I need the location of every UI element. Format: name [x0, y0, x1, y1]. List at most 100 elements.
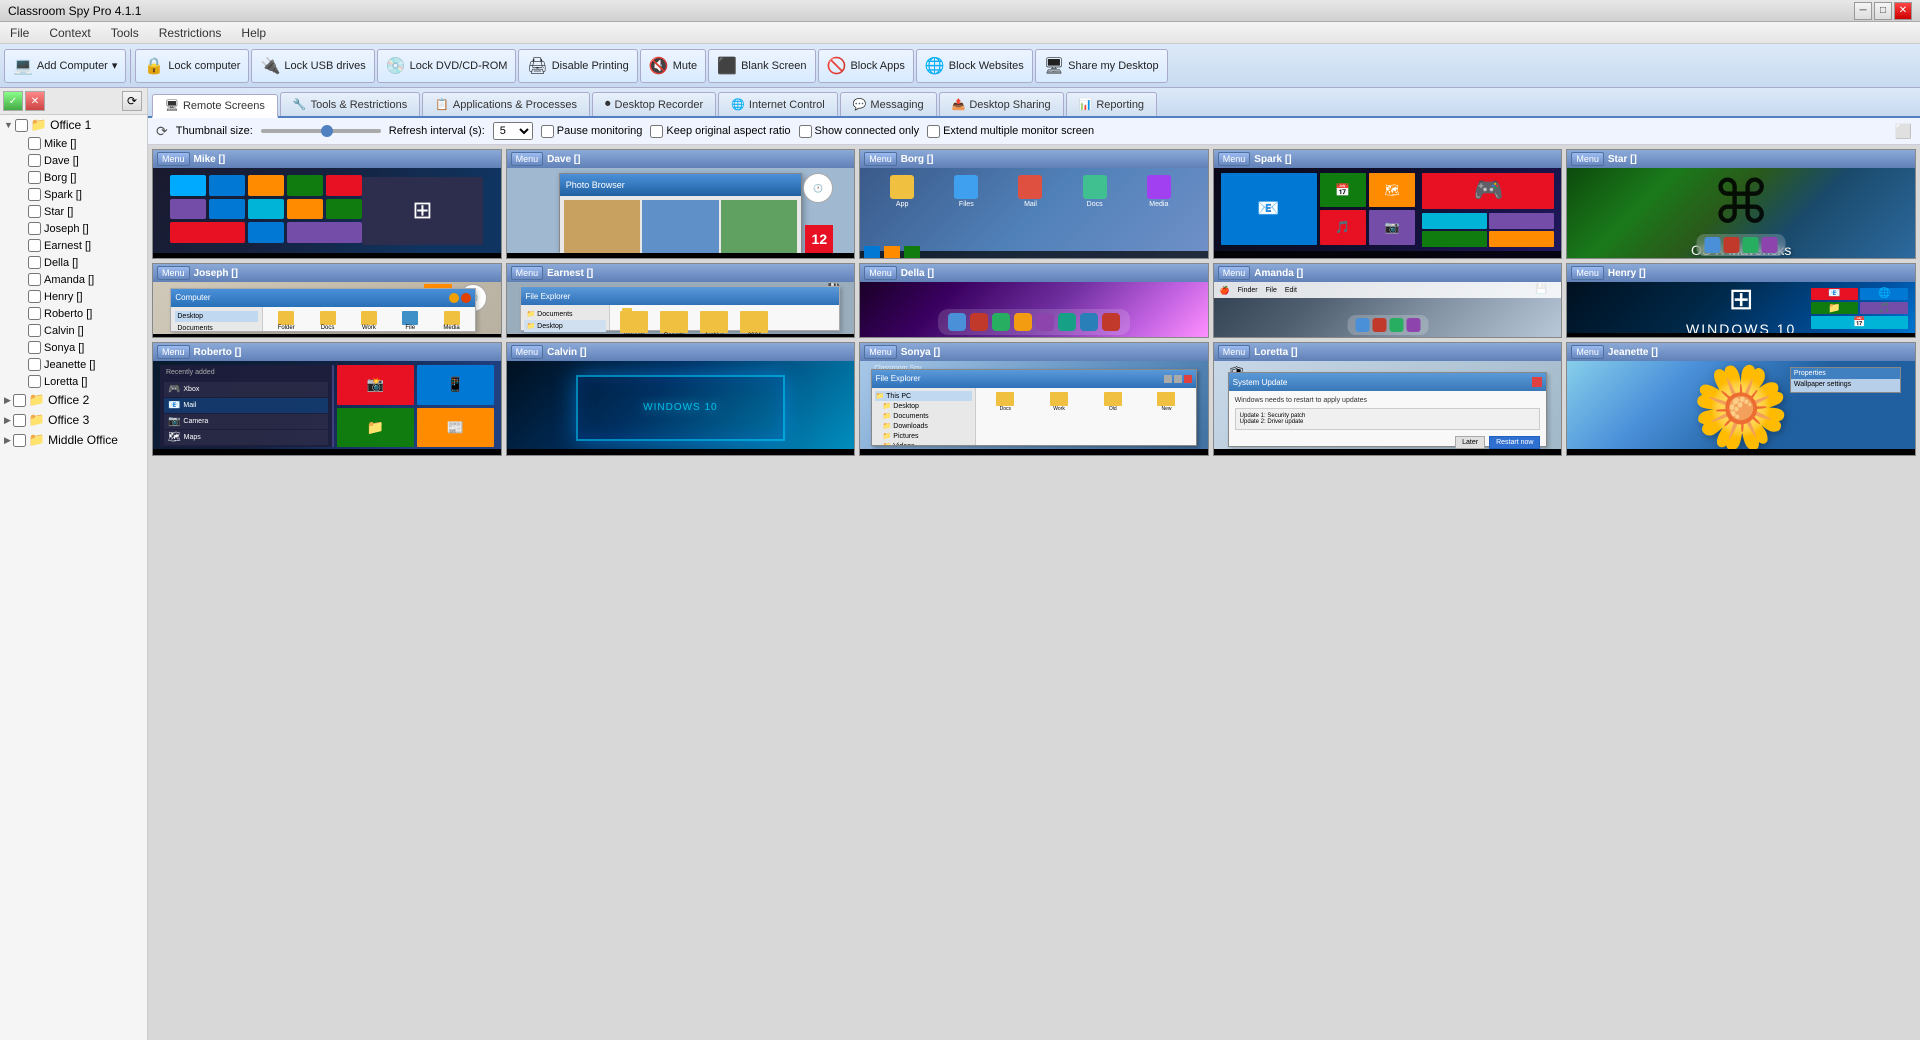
dave-preview[interactable]: Photo Browser — [507, 168, 855, 258]
loretta-preview[interactable]: 🛡 System Update Windows needs to restart… — [1214, 361, 1562, 455]
share-desktop-button[interactable]: 🖥 Share my Desktop — [1035, 49, 1168, 83]
star-preview[interactable]: ⌘ OS X Mavericks — [1567, 168, 1915, 258]
sidebar-item-mike[interactable]: Mike [] — [8, 135, 147, 152]
menu-context[interactable]: Context — [43, 24, 96, 42]
tab-internet-control[interactable]: 🌐 Internet Control — [718, 92, 838, 116]
office3-checkbox[interactable] — [13, 414, 26, 427]
della-checkbox[interactable] — [28, 256, 41, 269]
calvin-menu-button[interactable]: Menu — [511, 345, 544, 359]
thumbnail-slider[interactable] — [261, 129, 381, 133]
earnest-preview[interactable]: 💾 File Explorer 📁 Documents 📁 Desktop — [507, 282, 855, 337]
jeanette-checkbox[interactable] — [28, 358, 41, 371]
henry-preview[interactable]: ⊞ WINDOWS 10 📧 🌐 📁 🎵 📅 — [1567, 282, 1915, 337]
star-checkbox[interactable] — [28, 205, 41, 218]
sidebar-item-office2[interactable]: ▶ 📁 Office 2 — [0, 390, 147, 410]
block-websites-button[interactable]: 🌐 Block Websites — [916, 49, 1033, 83]
tab-desktop-sharing[interactable]: 📤 Desktop Sharing — [939, 92, 1064, 116]
interval-select[interactable]: 3 5 10 15 30 60 — [493, 122, 533, 140]
refresh-button[interactable]: ⟳ — [156, 123, 168, 140]
jeanette-preview[interactable]: 🌼 Properties Wallpaper settings — [1567, 361, 1915, 455]
thumbnail-slider-handle[interactable] — [321, 125, 333, 137]
tab-tools-restrictions[interactable]: 🔧 Tools & Restrictions — [280, 92, 420, 116]
tab-reporting[interactable]: 📊 Reporting — [1066, 92, 1157, 116]
tab-remote-screens[interactable]: 🖥 Remote Screens — [152, 94, 278, 118]
loretta-checkbox[interactable] — [28, 375, 41, 388]
earnest-menu-button[interactable]: Menu — [511, 266, 544, 280]
office1-checkbox[interactable] — [15, 119, 28, 132]
mute-button[interactable]: 🔇 Mute — [640, 49, 706, 83]
spark-checkbox[interactable] — [28, 188, 41, 201]
sidebar-item-loretta[interactable]: Loretta [] — [8, 373, 147, 390]
sidebar-item-office3[interactable]: ▶ 📁 Office 3 — [0, 410, 147, 430]
sidebar-item-joseph[interactable]: Joseph [] — [8, 220, 147, 237]
earnest-checkbox[interactable] — [28, 239, 41, 252]
lock-dvd-button[interactable]: 💿 Lock DVD/CD-ROM — [377, 49, 517, 83]
sidebar-item-amanda[interactable]: Amanda [] — [8, 271, 147, 288]
henry-menu-button[interactable]: Menu — [1571, 266, 1604, 280]
extend-monitor-label[interactable]: Extend multiple monitor screen — [927, 125, 1094, 138]
borg-checkbox[interactable] — [28, 171, 41, 184]
show-connected-label[interactable]: Show connected only — [799, 125, 920, 138]
joseph-checkbox[interactable] — [28, 222, 41, 235]
expand-button[interactable]: ⬜ — [1895, 123, 1912, 140]
middle-office-checkbox[interactable] — [13, 434, 26, 447]
keep-aspect-checkbox[interactable] — [650, 125, 663, 138]
close-button[interactable]: ✕ — [1894, 2, 1912, 20]
show-connected-checkbox[interactable] — [799, 125, 812, 138]
pause-monitoring-checkbox[interactable] — [541, 125, 554, 138]
tab-desktop-recorder[interactable]: ⏺ Desktop Recorder — [592, 92, 716, 116]
block-apps-button[interactable]: 🚫 Block Apps — [818, 49, 914, 83]
sidebar-item-earnest[interactable]: Earnest [] — [8, 237, 147, 254]
sidebar-item-henry[interactable]: Henry [] — [8, 288, 147, 305]
sidebar-item-spark[interactable]: Spark [] — [8, 186, 147, 203]
borg-menu-button[interactable]: Menu — [864, 152, 897, 166]
mike-menu-button[interactable]: Menu — [157, 152, 190, 166]
loretta-menu-button[interactable]: Menu — [1218, 345, 1251, 359]
sidebar-item-borg[interactable]: Borg [] — [8, 169, 147, 186]
keep-aspect-label[interactable]: Keep original aspect ratio — [650, 125, 790, 138]
sonya-menu-button[interactable]: Menu — [864, 345, 897, 359]
tab-applications[interactable]: 📋 Applications & Processes — [422, 92, 590, 116]
menu-help[interactable]: Help — [235, 24, 272, 42]
sidebar-item-dave[interactable]: Dave [] — [8, 152, 147, 169]
office2-checkbox[interactable] — [13, 394, 26, 407]
sidebar-item-jeanette[interactable]: Jeanette [] — [8, 356, 147, 373]
sidebar-item-star[interactable]: Star [] — [8, 203, 147, 220]
calvin-preview[interactable]: WINDOWS 10 — [507, 361, 855, 455]
sidebar-item-della[interactable]: Della [] — [8, 254, 147, 271]
sonya-preview[interactable]: Classroom Spy File Explorer — [860, 361, 1208, 455]
minimize-button[interactable]: ─ — [1854, 2, 1872, 20]
sidebar-item-sonya[interactable]: Sonya [] — [8, 339, 147, 356]
sidebar-item-office1[interactable]: ▼ 📁 Office 1 — [0, 115, 147, 135]
maximize-button[interactable]: □ — [1874, 2, 1892, 20]
sidebar-uncheck-button[interactable]: ✕ — [25, 91, 45, 111]
amanda-menu-button[interactable]: Menu — [1218, 266, 1251, 280]
blank-screen-button[interactable]: ⬛ Blank Screen — [708, 49, 815, 83]
star-menu-button[interactable]: Menu — [1571, 152, 1604, 166]
borg-preview[interactable]: App Files Mail Docs Media — [860, 168, 1208, 258]
dave-menu-button[interactable]: Menu — [511, 152, 544, 166]
menu-file[interactable]: File — [4, 24, 35, 42]
joseph-menu-button[interactable]: Menu — [157, 266, 190, 280]
add-computer-button[interactable]: 💻 Add Computer ▾ — [4, 49, 126, 83]
sidebar-check-button[interactable]: ✓ — [3, 91, 23, 111]
mike-preview[interactable]: ⊞ — [153, 168, 501, 258]
amanda-checkbox[interactable] — [28, 273, 41, 286]
pause-monitoring-label[interactable]: Pause monitoring — [541, 125, 643, 138]
mike-checkbox[interactable] — [28, 137, 41, 150]
sidebar-refresh-button[interactable]: ⟳ — [122, 91, 142, 111]
sidebar-item-middle-office[interactable]: ▶ 📁 Middle Office — [0, 430, 147, 450]
spark-menu-button[interactable]: Menu — [1218, 152, 1251, 166]
amanda-preview[interactable]: 💾 🍎 Finder File Edit — [1214, 282, 1562, 337]
roberto-preview[interactable]: Recently added 🎮Xbox 📧Mail 📷Camera 🗺Maps — [153, 361, 501, 455]
tab-messaging[interactable]: 💬 Messaging — [840, 92, 937, 116]
jeanette-menu-button[interactable]: Menu — [1571, 345, 1604, 359]
della-menu-button[interactable]: Menu — [864, 266, 897, 280]
sidebar-item-calvin[interactable]: Calvin [] — [8, 322, 147, 339]
joseph-preview[interactable]: 🕒 12 Computer — [153, 282, 501, 337]
lock-computer-button[interactable]: 🔒 Lock computer — [135, 49, 249, 83]
sonya-checkbox[interactable] — [28, 341, 41, 354]
lock-usb-button[interactable]: 🔌 Lock USB drives — [251, 49, 374, 83]
dave-checkbox[interactable] — [28, 154, 41, 167]
extend-monitor-checkbox[interactable] — [927, 125, 940, 138]
